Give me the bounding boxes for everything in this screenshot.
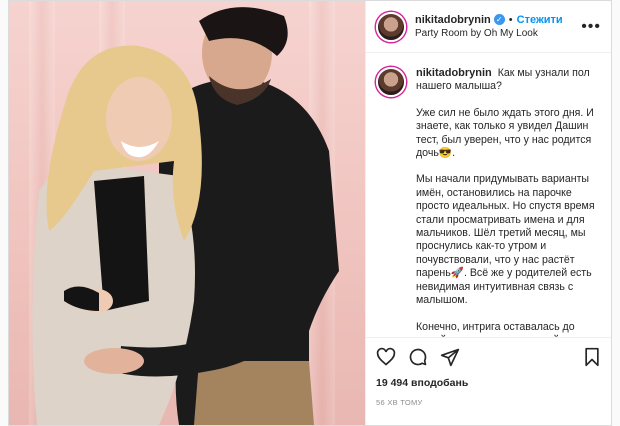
bookmark-icon[interactable]: [583, 347, 601, 367]
comment-icon[interactable]: [408, 347, 428, 367]
verified-badge-icon: ✓: [493, 14, 505, 25]
comments-section: nikitadobrynin Как мы узнали пол нашего …: [366, 53, 611, 337]
header-row: nikitadobrynin ✓ • Стежити: [415, 13, 575, 27]
action-icons: [376, 346, 601, 368]
post-photo[interactable]: [9, 1, 365, 425]
ellipsis-icon[interactable]: •••: [581, 18, 601, 36]
follow-button[interactable]: Стежити: [517, 13, 563, 27]
separator-dot: •: [508, 13, 513, 26]
heart-icon[interactable]: [376, 347, 396, 367]
location-link[interactable]: Party Room by Oh My Look: [415, 27, 575, 41]
header-text: nikitadobrynin ✓ • Стежити Party Room by…: [415, 13, 575, 41]
share-icon[interactable]: [440, 347, 460, 367]
caption-paragraph: Мы начали придумывать варианты имён, ост…: [416, 173, 595, 307]
username-link[interactable]: nikitadobrynin: [415, 13, 491, 27]
caption: nikitadobrynin Как мы узнали пол нашего …: [376, 67, 601, 337]
caption-avatar[interactable]: [376, 67, 406, 97]
post-time[interactable]: 56 хв тому: [376, 398, 601, 407]
couple-illustration: [32, 7, 339, 425]
caption-header: nikitadobrynin Как мы узнали пол нашего …: [416, 67, 601, 94]
caption-paragraph: Уже сил не было ждать этого дня. И знает…: [416, 106, 594, 160]
caption-paragraph: Конечно, интрига оставалась до самой веч…: [416, 320, 577, 338]
post-header: nikitadobrynin ✓ • Стежити Party Room by…: [366, 1, 611, 53]
caption-username-link[interactable]: nikitadobrynin: [416, 67, 492, 79]
actions-bar: 19 494 вподобань 56 хв тому: [366, 337, 611, 425]
post-sidebar: nikitadobrynin ✓ • Стежити Party Room by…: [365, 1, 611, 425]
likes-count[interactable]: 19 494 вподобань: [376, 377, 601, 389]
post: nikitadobrynin ✓ • Стежити Party Room by…: [8, 0, 612, 426]
avatar[interactable]: [376, 11, 406, 42]
caption-text: nikitadobrynin Как мы узнали пол нашего …: [416, 67, 601, 337]
